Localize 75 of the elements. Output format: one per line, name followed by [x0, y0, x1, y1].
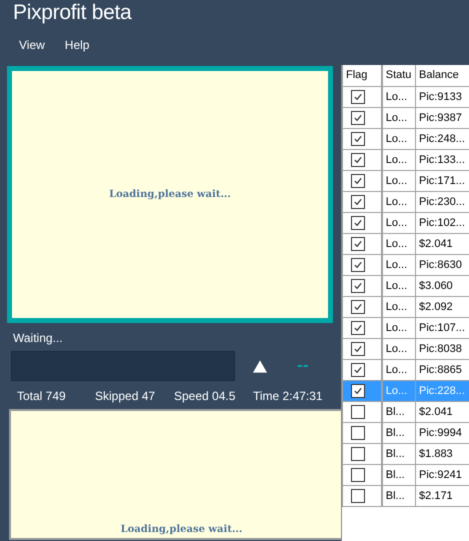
table-cell: Lo... [382, 128, 416, 149]
stat-text: Speed 04.5 [174, 389, 236, 405]
table-cell: Lo... [382, 380, 416, 401]
checkbox[interactable] [351, 216, 365, 230]
checkbox[interactable] [351, 132, 365, 146]
table-row[interactable]: Lo... Pic:8038 [342, 338, 469, 359]
table-row[interactable]: Lo... Pic:107... [342, 317, 469, 338]
table-cell: Bl... [382, 443, 416, 464]
loading-text: Loading,please wait... [120, 524, 242, 535]
checkbox[interactable] [351, 320, 365, 334]
table-row[interactable]: Bl... $2.171 [342, 485, 469, 506]
table-row[interactable]: Bl... Pic:9241 [342, 464, 469, 485]
checkbox[interactable] [351, 152, 365, 166]
checkbox[interactable] [351, 446, 365, 460]
table-row[interactable]: Lo... Pic:102... [342, 212, 469, 233]
window-title: Pixprofit beta [12, 0, 133, 26]
table-cell: Lo... [382, 191, 416, 212]
checkbox[interactable] [351, 488, 365, 502]
table-row[interactable]: Lo... $2.041 [342, 233, 469, 254]
table-row[interactable]: Lo... Pic:230... [342, 191, 469, 212]
table-row[interactable]: Bl... $2.041 [342, 401, 469, 422]
table-row[interactable]: Lo... Pic:9387 [342, 107, 469, 128]
checkbox[interactable] [351, 110, 365, 124]
table-row[interactable]: Lo... Pic:171... [342, 170, 469, 191]
table-cell: Bl... [382, 464, 416, 485]
checkbox[interactable] [351, 236, 365, 250]
table-cell: Lo... [382, 233, 416, 254]
table-cell: Lo... [382, 149, 416, 170]
column-header: Statu [382, 65, 416, 86]
checkbox[interactable] [351, 384, 365, 398]
table-row[interactable]: Lo... Pic:133... [342, 149, 469, 170]
table-row[interactable]: Lo... Pic:8630 [342, 254, 469, 275]
table-row[interactable]: Bl... $1.883 [342, 443, 469, 464]
table-cell: Pic:228... [416, 380, 469, 401]
checkbox[interactable] [351, 278, 365, 292]
checkbox[interactable] [351, 362, 365, 376]
table-cell: Lo... [382, 212, 416, 233]
checkbox[interactable] [351, 426, 365, 440]
checkbox[interactable] [351, 258, 365, 272]
stat-text: Skipped 47 [95, 389, 156, 405]
table-cell: Lo... [382, 275, 416, 296]
text-input[interactable] [11, 351, 235, 381]
table-cell: Lo... [382, 359, 416, 380]
stat-text: Time 2:47:31 [253, 389, 323, 405]
table-cell: Lo... [382, 317, 416, 338]
table-cell: Lo... [382, 170, 416, 191]
table-row[interactable]: Lo... $3.060 [342, 275, 469, 296]
checkbox[interactable] [351, 174, 365, 188]
table-cell: Bl... [382, 485, 416, 506]
table-row[interactable]: Lo... Pic:248... [342, 128, 469, 149]
checkbox[interactable] [351, 468, 365, 482]
checkbox[interactable] [351, 300, 365, 314]
table-cell: Bl... [382, 422, 416, 443]
table-row[interactable]: Lo... Pic:9133 [342, 86, 469, 107]
triangle-up-icon[interactable] [253, 360, 267, 372]
table-cell: Lo... [382, 338, 416, 359]
checkbox[interactable] [351, 404, 365, 418]
loading-text: Loading,please wait... [109, 189, 231, 200]
menu-item[interactable]: Help [64, 38, 90, 61]
table-cell: Lo... [382, 86, 416, 107]
checkbox[interactable] [351, 194, 365, 208]
table-row[interactable]: Bl... Pic:9994 [342, 422, 469, 443]
indicator-text: -- [297, 358, 309, 374]
table-row[interactable]: Lo... Pic:8865 [342, 359, 469, 380]
menu-item[interactable]: View [19, 38, 45, 61]
status-text: Waiting... [12, 330, 64, 347]
table-cell: Lo... [382, 254, 416, 275]
column-header: Flag [342, 65, 382, 86]
table-cell: Lo... [382, 296, 416, 317]
table-cell: Bl... [382, 401, 416, 422]
checkbox[interactable] [351, 90, 365, 104]
table-row[interactable]: Lo... $2.092 [342, 296, 469, 317]
stat-text: Total 749 [17, 389, 67, 405]
checkbox[interactable] [351, 342, 365, 356]
table-cell: Lo... [382, 107, 416, 128]
